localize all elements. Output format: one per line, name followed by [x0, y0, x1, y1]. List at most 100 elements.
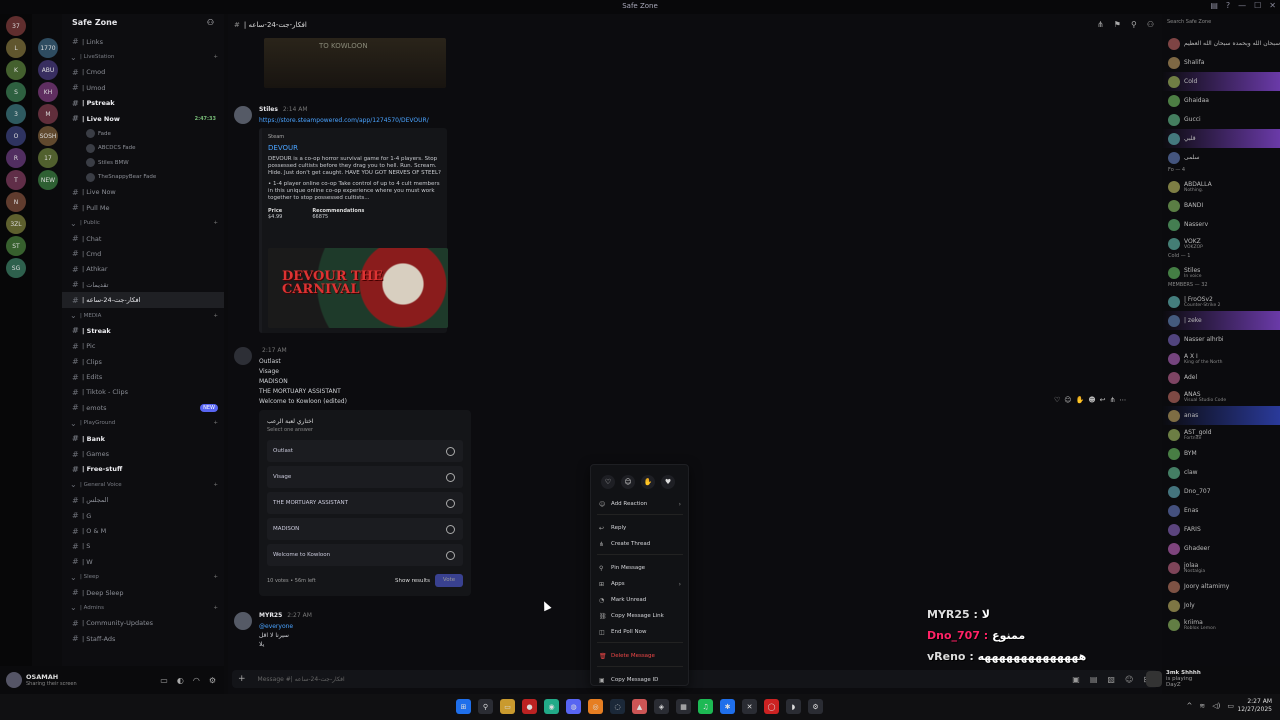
- member-item[interactable]: سبحان الله وبحمده سبحان الله العظيم: [1162, 34, 1280, 53]
- screen-share-icon[interactable]: ▭: [160, 676, 168, 685]
- channel-category[interactable]: ⌄ | General Voice +: [62, 477, 224, 492]
- folder-icon[interactable]: ▭: [500, 699, 515, 714]
- add-channel-icon[interactable]: +: [213, 482, 218, 488]
- member-item[interactable]: FARIS: [1162, 520, 1280, 539]
- channel-category[interactable]: ⌄ | MEDIA +: [62, 308, 224, 323]
- server-icon[interactable]: NEW: [38, 170, 58, 190]
- search-icon[interactable]: ⚲: [478, 699, 493, 714]
- add-channel-icon[interactable]: +: [213, 220, 218, 226]
- chevron-up-icon[interactable]: ^: [1187, 702, 1193, 710]
- channel-item[interactable]: # | افكار-جت-24-ساعه: [62, 292, 224, 308]
- radio-icon[interactable]: [446, 472, 455, 482]
- record-icon[interactable]: ●: [522, 699, 537, 714]
- channel-item[interactable]: # | Chat: [62, 231, 224, 246]
- channel-item[interactable]: # | Live Now 2:47:33: [62, 111, 224, 126]
- voice-user[interactable]: Fade: [62, 126, 224, 141]
- message[interactable]: Stiles 2:14 AM https://store.steampowere…: [234, 106, 694, 336]
- member-item[interactable]: BANDI: [1162, 196, 1280, 215]
- radio-icon[interactable]: [446, 446, 455, 456]
- server-icon[interactable]: N: [6, 192, 26, 212]
- start-icon[interactable]: ⊞: [456, 699, 471, 714]
- member-item[interactable]: Ghadeer: [1162, 539, 1280, 558]
- minimize-button[interactable]: —: [1238, 1, 1246, 10]
- member-item[interactable]: Adel: [1162, 368, 1280, 387]
- server-icon[interactable]: R: [6, 148, 26, 168]
- shield-icon[interactable]: ◈: [654, 699, 669, 714]
- firefox-icon[interactable]: ◎: [588, 699, 603, 714]
- avatar[interactable]: [234, 347, 252, 365]
- attached-image[interactable]: TO KOWLOON: [264, 38, 446, 88]
- channel-item[interactable]: # | G: [62, 508, 224, 523]
- gift-icon[interactable]: ▣: [1072, 675, 1080, 684]
- member-item[interactable]: | FroOSv2 Counter-Strike 2: [1162, 292, 1280, 311]
- menu-item-create-thread[interactable]: ⋔ Create Thread: [595, 537, 685, 551]
- menu-item-copy-message-id[interactable]: ▣ Copy Message ID: [595, 673, 685, 687]
- discord-icon[interactable]: ◍: [566, 699, 581, 714]
- guild-header[interactable]: Safe Zone ⚇: [62, 14, 224, 34]
- channel-category[interactable]: ⌄ | Admins +: [62, 600, 224, 615]
- server-icon[interactable]: 3ZL: [6, 214, 26, 234]
- threads-icon[interactable]: ⋔: [1097, 20, 1104, 29]
- radio-icon[interactable]: [446, 524, 455, 534]
- battery-icon[interactable]: ▭: [1227, 702, 1234, 710]
- channel-item[interactable]: # | Cmd: [62, 246, 224, 261]
- volume-icon[interactable]: ◁): [1212, 702, 1220, 710]
- server-icon[interactable]: M: [38, 104, 58, 124]
- server-icon[interactable]: SOSH: [38, 126, 58, 146]
- wifi-icon[interactable]: ≋: [1199, 702, 1205, 710]
- channel-item[interactable]: # | emots NEW: [62, 400, 224, 415]
- radio-icon[interactable]: [446, 550, 455, 560]
- member-item[interactable]: Dno_707: [1162, 482, 1280, 501]
- emoji-picker-icon[interactable]: ☺: [1125, 675, 1133, 684]
- vscode-icon[interactable]: ✕: [742, 699, 757, 714]
- channel-item[interactable]: # | Pic: [62, 339, 224, 354]
- member-item[interactable]: ABDALLA Nothing.: [1162, 177, 1280, 196]
- opera-icon[interactable]: ◯: [764, 699, 779, 714]
- add-channel-icon[interactable]: +: [213, 420, 218, 426]
- member-item[interactable]: Shalifa: [1162, 53, 1280, 72]
- heart-icon[interactable]: ♡: [1054, 396, 1060, 404]
- channel-item[interactable]: # | Live Now: [62, 185, 224, 200]
- channel-item[interactable]: # | Edits: [62, 369, 224, 384]
- spotify-icon[interactable]: ♫: [698, 699, 713, 714]
- member-item[interactable]: Joly: [1162, 596, 1280, 615]
- reply-icon[interactable]: ↩: [1100, 396, 1106, 404]
- channel-category[interactable]: ⌄ | Public +: [62, 216, 224, 231]
- member-item[interactable]: anas: [1162, 406, 1280, 425]
- channel-category[interactable]: ⌄ | LiveStation +: [62, 49, 224, 64]
- channel-item[interactable]: # | Pull Me: [62, 200, 224, 215]
- server-icon[interactable]: ST: [6, 236, 26, 256]
- menu-item-pin-message[interactable]: ⚲ Pin Message: [595, 561, 685, 575]
- vote-button[interactable]: Vote: [435, 574, 463, 587]
- avatar[interactable]: [234, 612, 252, 630]
- member-item[interactable]: kriima Roblox Lemon: [1162, 615, 1280, 634]
- channel-item[interactable]: # | Bank: [62, 431, 224, 446]
- laugh-emoji-icon[interactable]: ☺: [621, 475, 635, 489]
- show-results-button[interactable]: Show results: [395, 578, 430, 584]
- attach-icon[interactable]: +: [238, 674, 246, 684]
- server-icon[interactable]: S: [6, 82, 26, 102]
- channel-item[interactable]: # | Tiktok - Clips: [62, 385, 224, 400]
- menu-item-mark-unread[interactable]: ◔ Mark Unread: [595, 593, 685, 607]
- channel-item[interactable]: # | Cmod: [62, 65, 224, 80]
- channel-item[interactable]: # | Games: [62, 446, 224, 461]
- channel-item[interactable]: # | Community-Updates: [62, 616, 224, 631]
- server-icon[interactable]: O: [6, 126, 26, 146]
- menu-item-reply[interactable]: ↩ Reply: [595, 521, 685, 535]
- channel-item[interactable]: # | Pstreak: [62, 96, 224, 111]
- voice-user[interactable]: Stiles BMW: [62, 156, 224, 171]
- avatar[interactable]: [6, 672, 22, 688]
- member-item[interactable]: ANAS Visual Studio Code: [1162, 387, 1280, 406]
- menu-item-apps[interactable]: ⊞ Apps ›: [595, 577, 685, 591]
- close-button[interactable]: ✕: [1269, 1, 1276, 10]
- channel-item[interactable]: # | S: [62, 539, 224, 554]
- channel-item[interactable]: # | Staff-Ads: [62, 631, 224, 646]
- channel-category[interactable]: ⌄ | Sleep +: [62, 569, 224, 584]
- server-icon[interactable]: K: [6, 60, 26, 80]
- member-item[interactable]: jolaa Nostalgia: [1162, 558, 1280, 577]
- reaction-icon[interactable]: ✋: [1076, 396, 1085, 404]
- add-channel-icon[interactable]: +: [213, 54, 218, 60]
- channel-item[interactable]: # | تقديمات: [62, 277, 224, 292]
- menu-item-add-reaction[interactable]: ☺ Add Reaction ›: [595, 497, 685, 511]
- menu-item-end-poll-now[interactable]: ◫ End Poll Now: [595, 625, 685, 639]
